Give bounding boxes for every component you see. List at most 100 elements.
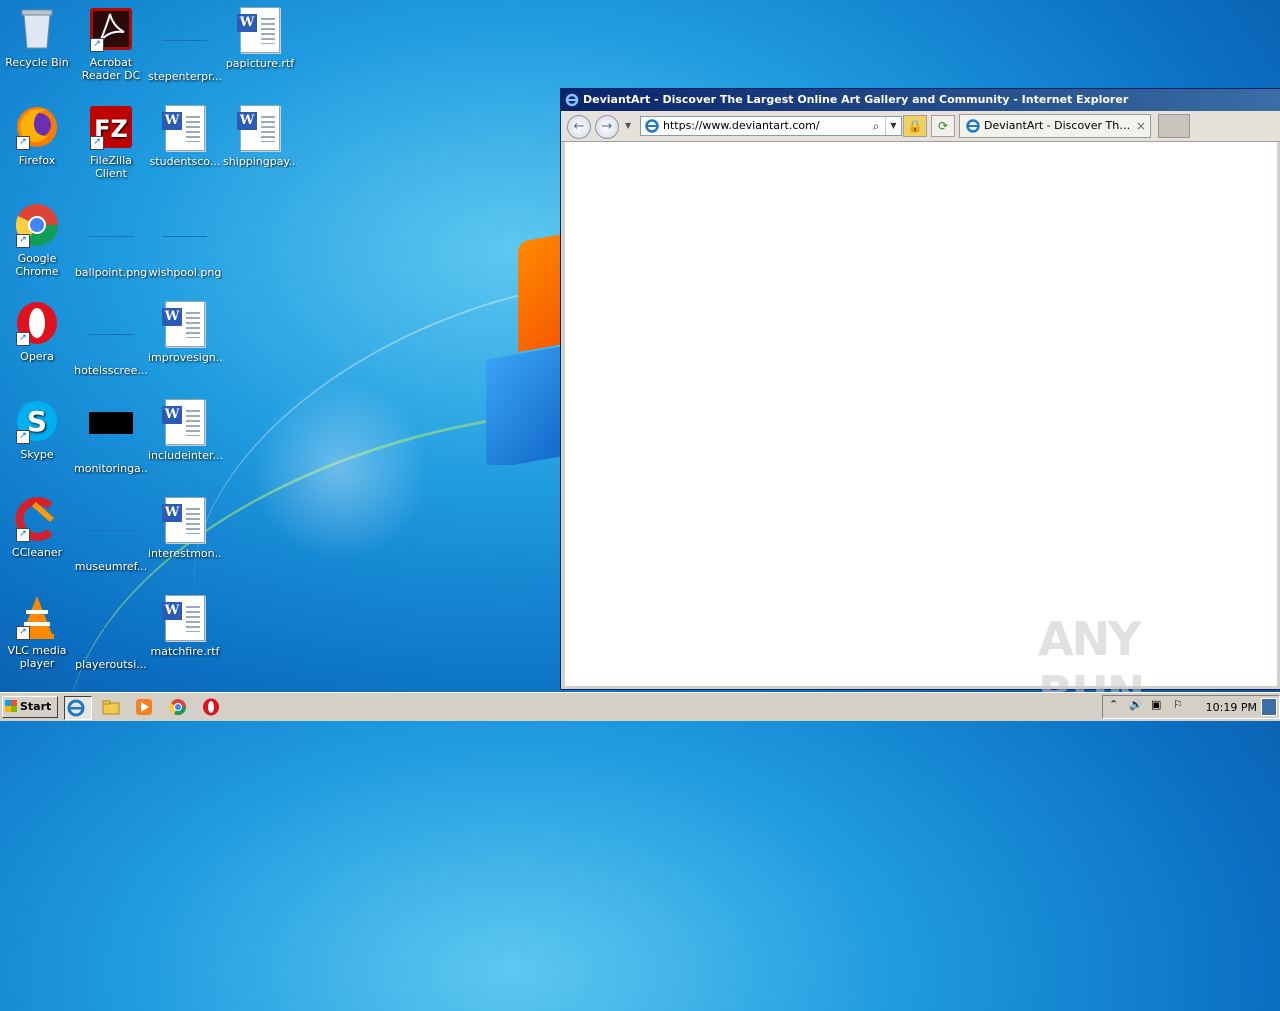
- image-file-icon: [88, 608, 134, 654]
- desktop-icon-label: shippingpay...: [223, 155, 297, 168]
- desktop-icon-shippingpay[interactable]: W shippingpay...: [223, 104, 297, 168]
- firefox-icon: ↗: [14, 104, 60, 150]
- image-file-icon: [88, 216, 134, 262]
- history-dropdown-icon[interactable]: ▼: [625, 121, 631, 130]
- desktop-icon-label: papicture.rtf: [225, 57, 295, 70]
- desktop-icon-museumref[interactable]: museumref...: [74, 496, 148, 573]
- chrome-icon: ↗: [14, 202, 60, 248]
- ccleaner-icon: ↗: [14, 496, 60, 542]
- desktop-icon-label: Opera: [20, 350, 54, 363]
- desktop-icon-label: includeinter...: [148, 449, 222, 462]
- window-title-bar[interactable]: DeviantArt - Discover The Largest Online…: [561, 89, 1280, 111]
- desktop-icon-papicture[interactable]: W papicture.rtf: [223, 6, 297, 70]
- desktop-icon-label: Skype: [20, 448, 54, 461]
- desktop-icon-interestmon[interactable]: W interestmon...: [148, 496, 222, 560]
- word-document-icon: W: [162, 595, 208, 641]
- folder-icon: [100, 696, 126, 718]
- desktop-icon-playeroutsi[interactable]: playeroutsi...: [74, 594, 148, 671]
- desktop-icon-recycle-bin[interactable]: Recycle Bin: [0, 6, 74, 69]
- word-document-icon: W: [162, 301, 208, 347]
- ie-page-icon: [644, 118, 660, 134]
- desktop-icon-label: improvesign...: [148, 351, 222, 364]
- image-file-icon: [162, 216, 208, 262]
- lock-icon[interactable]: 🔒: [903, 115, 927, 137]
- desktop-icon-chrome[interactable]: ↗ Google Chrome: [0, 202, 74, 278]
- desktop-icon-label: monitoringa...: [74, 462, 148, 475]
- taskbar: Start ⌃ 🔊 ▣ ⚐ 10:19 PM: [0, 692, 1280, 721]
- search-icon[interactable]: ⌕: [867, 117, 885, 135]
- desktop-icon-firefox[interactable]: ↗ Firefox: [0, 104, 74, 167]
- desktop-icon-filezilla[interactable]: FZ ↗ FileZilla Client: [74, 104, 148, 180]
- start-label: Start: [20, 700, 52, 713]
- ie-icon: [565, 93, 579, 107]
- skype-icon: S ↗: [14, 398, 60, 444]
- clock[interactable]: 10:19 PM: [1206, 701, 1257, 714]
- desktop-icon-includeinter[interactable]: W includeinter...: [148, 398, 222, 462]
- desktop-icon-label: CCleaner: [11, 546, 63, 559]
- desktop-icon-ccleaner[interactable]: ↗ CCleaner: [0, 496, 74, 559]
- forward-button[interactable]: →: [595, 115, 619, 139]
- volume-icon[interactable]: 🔊: [1129, 698, 1143, 711]
- desktop-icon-label: museumref...: [74, 560, 148, 573]
- address-input[interactable]: [663, 118, 863, 132]
- desktop-icon-label: Acrobat Reader DC: [81, 56, 141, 82]
- network-icon[interactable]: ▣: [1151, 698, 1161, 711]
- desktop-icon-stepenterpr[interactable]: stepenterpr...: [148, 6, 222, 83]
- desktop-icon-hotelsscree[interactable]: hotelsscree...: [74, 300, 148, 377]
- desktop-icon-skype[interactable]: S ↗ Skype: [0, 398, 74, 461]
- taskbar-explorer[interactable]: [100, 696, 126, 718]
- desktop-icon-label: interestmon...: [148, 547, 222, 560]
- vlc-icon: ↗: [14, 594, 60, 640]
- show-hidden-icons-icon[interactable]: ⌃: [1109, 698, 1118, 711]
- tab-close-icon[interactable]: ×: [1136, 115, 1146, 137]
- recycle-bin-icon: [14, 6, 60, 52]
- window-title: DeviantArt - Discover The Largest Online…: [583, 93, 1129, 106]
- action-center-flag-icon[interactable]: ⚐: [1173, 698, 1183, 711]
- start-button[interactable]: Start: [2, 696, 58, 718]
- browser-tab[interactable]: DeviantArt - Discover The La... ×: [959, 114, 1151, 138]
- chrome-icon: [167, 696, 193, 718]
- desktop-icon-matchfire[interactable]: W matchfire.rtf: [148, 594, 222, 658]
- taskbar-media-player[interactable]: [133, 696, 159, 718]
- new-tab-button[interactable]: [1158, 114, 1190, 138]
- desktop-icon-opera[interactable]: ↗ Opera: [0, 300, 74, 363]
- desktop-icon-vlc[interactable]: ↗ VLC media player: [0, 594, 74, 670]
- ie-tab-icon: [965, 118, 981, 134]
- desktop-icon-wishpool[interactable]: wishpool.png: [148, 202, 222, 279]
- system-tray: ⌃ 🔊 ▣ ⚐ 10:19 PM: [1102, 695, 1280, 719]
- desktop-icon-acrobat[interactable]: ↗ Acrobat Reader DC: [74, 6, 148, 82]
- desktop-icon-improvesign[interactable]: W improvesign...: [148, 300, 222, 364]
- word-document-icon: W: [162, 105, 208, 151]
- image-file-icon: [88, 412, 134, 458]
- taskbar-opera[interactable]: [200, 696, 226, 718]
- media-player-icon: [133, 696, 159, 718]
- windows-logo: [478, 225, 562, 465]
- page-content: [565, 142, 1277, 686]
- word-document-icon: W: [237, 7, 283, 53]
- tab-title: DeviantArt - Discover The La...: [984, 119, 1134, 132]
- image-file-icon: [88, 510, 134, 556]
- anyrun-watermark: ANY RUN: [1038, 612, 1145, 720]
- desktop-icon-label: matchfire.rtf: [150, 645, 220, 658]
- back-arrow-icon: ←: [573, 119, 585, 134]
- address-dropdown-icon[interactable]: ▼: [885, 117, 901, 135]
- desktop-icon-monitoringa[interactable]: monitoringa...: [74, 398, 148, 475]
- taskbar-ie[interactable]: [64, 696, 92, 720]
- opera-icon: [200, 696, 226, 718]
- show-desktop-button[interactable]: [1261, 698, 1277, 716]
- desktop-icon-label: Firefox: [18, 154, 56, 167]
- back-button[interactable]: ←: [567, 115, 591, 139]
- word-document-icon: W: [162, 497, 208, 543]
- windows-flag-icon: [5, 700, 17, 712]
- address-bar[interactable]: ⌕ ▼: [640, 116, 902, 136]
- ie-window: DeviantArt - Discover The Largest Online…: [560, 88, 1280, 690]
- desktop-icon-ballpoint[interactable]: ballpoint.png: [74, 202, 148, 279]
- desktop-icon-label: hotelsscree...: [74, 364, 148, 377]
- desktop-icon-label: stepenterpr...: [148, 70, 222, 83]
- desktop-icon-studentsco[interactable]: W studentsco...: [148, 104, 222, 168]
- desktop-icon-label: Google Chrome: [15, 252, 59, 278]
- refresh-icon[interactable]: ⟳: [931, 115, 955, 137]
- taskbar-chrome[interactable]: [167, 696, 193, 718]
- image-file-icon: [162, 20, 208, 66]
- word-document-icon: W: [162, 399, 208, 445]
